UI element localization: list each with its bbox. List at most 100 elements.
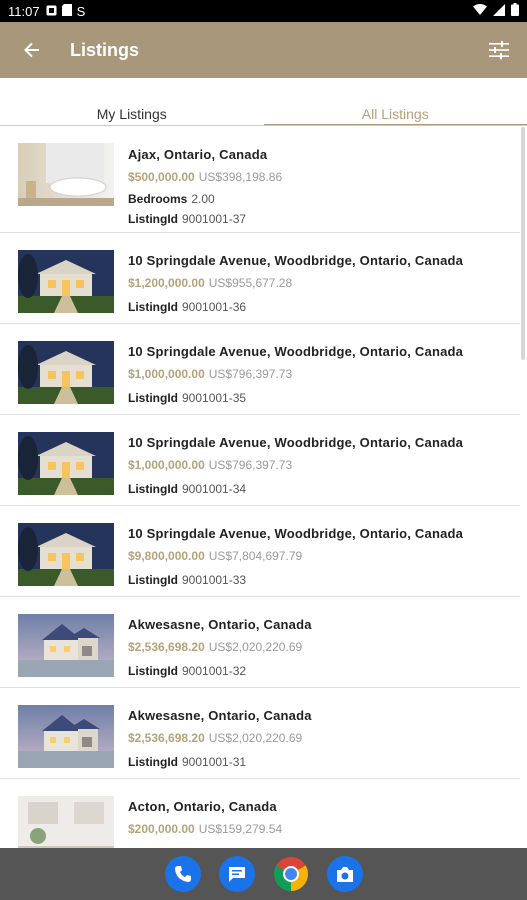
listing-info: Akwesasne, Ontario, Canada $2,536,698.20… [128, 708, 516, 769]
listing-id-label: ListingId [128, 212, 178, 226]
listing-card[interactable]: Akwesasne, Ontario, Canada $2,536,698.20… [0, 597, 520, 688]
listings-list[interactable]: Ajax, Ontario, Canada $500,000.00 US$398,… [0, 127, 527, 848]
listing-id-label: ListingId [128, 664, 178, 678]
listing-tabs: My Listings All Listings [0, 78, 527, 126]
listing-converted-price: US$955,677.28 [208, 276, 293, 290]
listing-prices: $1,000,000.00 US$796,397.73 [128, 458, 516, 472]
listing-id: ListingId 9001001-36 [128, 300, 516, 314]
listing-address: 10 Springdale Avenue, Woodbridge, Ontari… [128, 526, 464, 541]
listing-id-label: ListingId [128, 482, 178, 496]
listing-card[interactable]: Akwesasne, Ontario, Canada $2,536,698.20… [0, 688, 520, 779]
listing-prices: $2,536,698.20 US$2,020,220.69 [128, 640, 516, 654]
app-bar: Listings [0, 22, 527, 78]
listing-bedrooms: Bedrooms 2.00 [128, 192, 516, 206]
listing-prices: $500,000.00 US$398,198.86 [128, 170, 516, 184]
listing-id-value: 9001001-36 [182, 300, 247, 314]
page-title: Listings [70, 39, 140, 60]
listing-price: $1,000,000.00 [128, 458, 205, 472]
listing-photo [18, 143, 114, 206]
listing-id: ListingId 9001001-35 [128, 391, 516, 405]
bedrooms-value: 2.00 [191, 192, 215, 206]
listing-id-value: 9001001-31 [182, 755, 247, 769]
notification-app-icon: S [76, 3, 86, 19]
screen: 11:07 S Listings My Listings All Listing… [0, 0, 527, 900]
listing-converted-price: US$7,804,697.79 [208, 549, 303, 563]
listing-card[interactable]: Ajax, Ontario, Canada $500,000.00 US$398,… [0, 127, 520, 233]
listing-id: ListingId 9001001-32 [128, 664, 516, 678]
listing-id-label: ListingId [128, 755, 178, 769]
listing-id: ListingId 9001001-31 [128, 755, 516, 769]
listing-info: 10 Springdale Avenue, Woodbridge, Ontari… [128, 526, 516, 587]
tab-my-listings-label: My Listings [96, 106, 167, 122]
listing-prices: $200,000.00 US$159,279.54 [128, 822, 516, 836]
listing-prices: $9,800,000.00 US$7,804,697.79 [128, 549, 516, 563]
listing-info: 10 Springdale Avenue, Woodbridge, Ontari… [128, 344, 516, 405]
phone-app-icon[interactable] [164, 856, 201, 892]
listing-id-value: 9001001-35 [182, 391, 247, 405]
listing-prices: $1,200,000.00 US$955,677.28 [128, 276, 516, 290]
listing-converted-price: US$2,020,220.69 [208, 731, 303, 745]
listing-card[interactable]: 10 Springdale Avenue, Woodbridge, Ontari… [0, 506, 520, 597]
app-dock [0, 848, 527, 900]
listing-card[interactable]: 10 Springdale Avenue, Woodbridge, Ontari… [0, 415, 520, 506]
listing-prices: $1,000,000.00 US$796,397.73 [128, 367, 516, 381]
listing-id: ListingId 9001001-34 [128, 482, 516, 496]
listing-photo [18, 705, 114, 768]
listing-id: ListingId 9001001-37 [128, 212, 516, 226]
listing-price: $2,536,698.20 [128, 731, 205, 745]
listing-id: ListingId 9001001-33 [128, 573, 516, 587]
list-scrollbar[interactable] [521, 127, 525, 360]
listing-info: Acton, Ontario, Canada $200,000.00 US$159… [128, 799, 516, 836]
listing-photo [18, 523, 114, 586]
status-bar: 11:07 S [0, 0, 527, 22]
listing-photo [18, 614, 114, 677]
status-time: 11:07 [8, 3, 40, 19]
tab-all-listings[interactable]: All Listings [263, 78, 527, 126]
filter-button[interactable] [471, 22, 527, 78]
listing-price: $1,200,000.00 [128, 276, 205, 290]
listing-address: 10 Springdale Avenue, Woodbridge, Ontari… [128, 344, 464, 359]
tabs-divider [0, 125, 527, 126]
listing-converted-price: US$159,279.54 [198, 822, 283, 836]
listing-address: Ajax, Ontario, Canada [128, 147, 268, 162]
listing-id-label: ListingId [128, 573, 178, 587]
listing-price: $200,000.00 [128, 822, 195, 836]
listing-converted-price: US$2,020,220.69 [208, 640, 303, 654]
tab-all-listings-label: All Listings [361, 106, 429, 122]
listing-photo [18, 432, 114, 495]
chrome-app-icon[interactable] [273, 856, 309, 892]
listing-photo [18, 250, 114, 313]
listing-card[interactable]: 10 Springdale Avenue, Woodbridge, Ontari… [0, 233, 520, 324]
listing-converted-price: US$796,397.73 [208, 367, 293, 381]
listing-id-label: ListingId [128, 391, 178, 405]
battery-icon [511, 3, 519, 19]
listing-info: 10 Springdale Avenue, Woodbridge, Ontari… [128, 253, 516, 314]
listing-photo [18, 341, 114, 404]
listing-card[interactable]: Acton, Ontario, Canada $200,000.00 US$159… [0, 779, 520, 848]
listing-price: $2,536,698.20 [128, 640, 205, 654]
listing-address: 10 Springdale Avenue, Woodbridge, Ontari… [128, 253, 464, 268]
listing-address: Akwesasne, Ontario, Canada [128, 708, 312, 723]
listing-address: Akwesasne, Ontario, Canada [128, 617, 312, 632]
bedrooms-label: Bedrooms [128, 192, 188, 206]
messages-app-icon[interactable] [218, 856, 255, 892]
wifi-icon [473, 3, 487, 19]
listing-converted-price: US$796,397.73 [208, 458, 293, 472]
listing-id-value: 9001001-32 [182, 664, 247, 678]
listing-info: Akwesasne, Ontario, Canada $2,536,698.20… [128, 617, 516, 678]
listing-info: Ajax, Ontario, Canada $500,000.00 US$398,… [128, 147, 516, 226]
notification-photo-icon [46, 4, 57, 19]
listing-id-value: 9001001-33 [182, 573, 247, 587]
listing-photo [18, 796, 114, 848]
listing-prices: $2,536,698.20 US$2,020,220.69 [128, 731, 516, 745]
listing-card[interactable]: 10 Springdale Avenue, Woodbridge, Ontari… [0, 324, 520, 415]
cell-signal-icon [493, 3, 505, 19]
listing-id-label: ListingId [128, 300, 178, 314]
camera-app-icon[interactable] [326, 856, 363, 892]
status-indicators [473, 3, 519, 19]
back-button[interactable] [0, 22, 64, 78]
notification-sd-card-icon [61, 3, 72, 19]
tab-my-listings[interactable]: My Listings [0, 78, 264, 126]
listing-info: 10 Springdale Avenue, Woodbridge, Ontari… [128, 435, 516, 496]
listing-id-value: 9001001-37 [182, 212, 247, 226]
